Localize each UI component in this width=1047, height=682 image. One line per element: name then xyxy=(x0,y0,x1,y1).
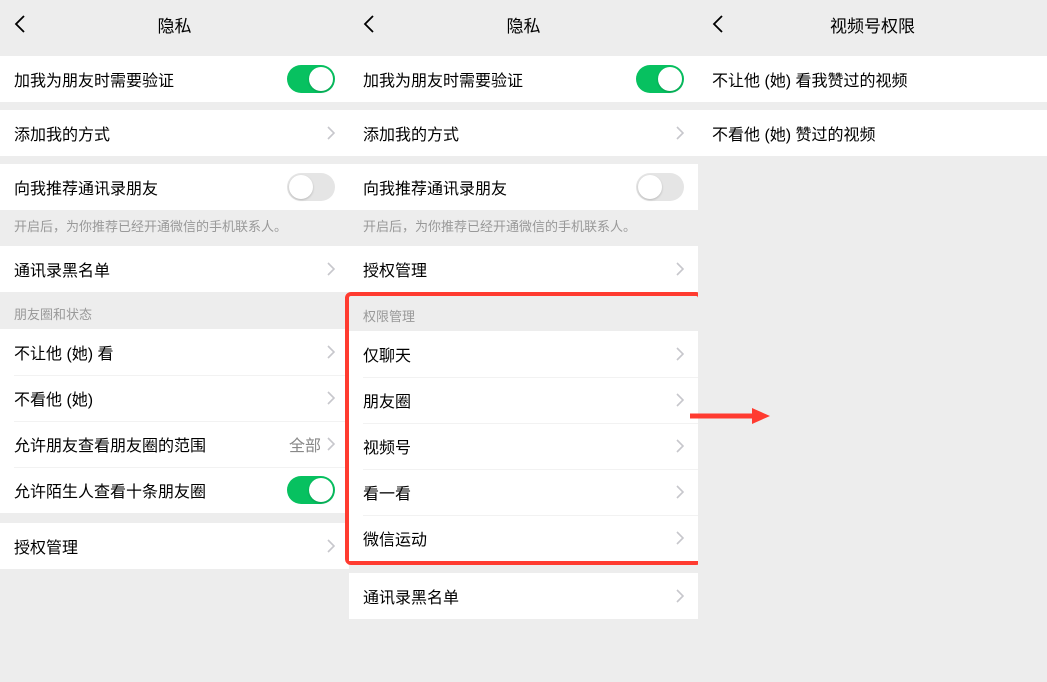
panel-privacy-1: 隐私 加我为朋友时需要验证 添加我的方式 向我推荐通讯录朋友 开启后，为你推荐已… xyxy=(0,0,349,682)
cell-auth-manage[interactable]: 授权管理 xyxy=(0,523,349,569)
cell-channel[interactable]: 视频号 xyxy=(349,423,698,469)
highlight-box: 权限管理 仅聊天 朋友圈 视频号 看一看 微信运动 xyxy=(345,292,702,565)
cell-label: 通讯录黑名单 xyxy=(14,257,110,281)
chevron-left-icon xyxy=(363,14,375,34)
cell-label: 朋友圈 xyxy=(363,388,411,412)
chevron-right-icon xyxy=(676,262,684,276)
cell-werun[interactable]: 微信运动 xyxy=(349,515,698,561)
cell-label: 添加我的方式 xyxy=(363,121,459,145)
section-header-moments: 朋友圈和状态 xyxy=(0,292,349,329)
cell-label: 添加我的方式 xyxy=(14,121,110,145)
section-header-perms: 权限管理 xyxy=(349,296,698,331)
cell-label: 通讯录黑名单 xyxy=(363,584,459,608)
cell-recommend[interactable]: 向我推荐通讯录朋友 xyxy=(349,164,698,210)
toggle-verify[interactable] xyxy=(636,65,684,93)
back-button[interactable] xyxy=(698,0,738,48)
cell-auth-manage[interactable]: 授权管理 xyxy=(349,246,698,292)
chevron-right-icon xyxy=(676,531,684,545)
cell-blacklist[interactable]: 通讯录黑名单 xyxy=(0,246,349,292)
header: 隐私 xyxy=(0,0,349,48)
cell-label: 允许朋友查看朋友圈的范围 xyxy=(14,432,206,456)
back-button[interactable] xyxy=(0,0,40,48)
chevron-right-icon xyxy=(327,345,335,359)
chevron-right-icon xyxy=(676,589,684,603)
page-title: 隐私 xyxy=(507,12,541,37)
cell-label: 微信运动 xyxy=(363,526,427,550)
chevron-right-icon xyxy=(327,262,335,276)
cell-value: 全部 xyxy=(289,432,321,456)
cell-verify[interactable]: 加我为朋友时需要验证 xyxy=(0,56,349,102)
chevron-right-icon xyxy=(676,485,684,499)
cell-label: 授权管理 xyxy=(363,257,427,281)
chevron-right-icon xyxy=(676,393,684,407)
cell-label: 允许陌生人查看十条朋友圈 xyxy=(14,478,206,502)
cell-dont-see[interactable]: 不看他 (她) xyxy=(0,375,349,421)
cell-chat-only[interactable]: 仅聊天 xyxy=(349,331,698,377)
footer-recommend: 开启后，为你推荐已经开通微信的手机联系人。 xyxy=(349,210,698,240)
cell-moments-range[interactable]: 允许朋友查看朋友圈的范围 全部 xyxy=(0,421,349,467)
header: 隐私 xyxy=(349,0,698,48)
cell-label: 视频号 xyxy=(363,434,411,458)
chevron-right-icon xyxy=(327,391,335,405)
chevron-right-icon xyxy=(327,126,335,140)
cell-moments[interactable]: 朋友圈 xyxy=(349,377,698,423)
cell-add-method[interactable]: 添加我的方式 xyxy=(0,110,349,156)
cell-blacklist[interactable]: 通讯录黑名单 xyxy=(349,573,698,619)
cell-label: 授权管理 xyxy=(14,534,78,558)
chevron-right-icon xyxy=(676,439,684,453)
cell-recommend[interactable]: 向我推荐通讯录朋友 xyxy=(0,164,349,210)
cell-top-stories[interactable]: 看一看 xyxy=(349,469,698,515)
page-title: 视频号权限 xyxy=(830,12,915,37)
cell-label: 不让他 (她) 看我赞过的视频 xyxy=(712,67,908,91)
cell-verify[interactable]: 加我为朋友时需要验证 xyxy=(349,56,698,102)
chevron-right-icon xyxy=(676,126,684,140)
page-title: 隐私 xyxy=(158,12,192,37)
cell-label: 不看他 (她) xyxy=(14,386,93,410)
cell-label: 向我推荐通讯录朋友 xyxy=(363,175,507,199)
back-button[interactable] xyxy=(349,0,389,48)
cell-label: 仅聊天 xyxy=(363,342,411,366)
chevron-right-icon xyxy=(327,539,335,553)
toggle-recommend[interactable] xyxy=(287,173,335,201)
toggle-recommend[interactable] xyxy=(636,173,684,201)
cell-add-method[interactable]: 添加我的方式 xyxy=(349,110,698,156)
cell-hide-from[interactable]: 不让他 (她) 看 xyxy=(0,329,349,375)
toggle-stranger-ten[interactable] xyxy=(287,476,335,504)
arrow-icon xyxy=(690,406,770,426)
toggle-verify[interactable] xyxy=(287,65,335,93)
cell-hide-my-likes[interactable]: 不让他 (她) 看我赞过的视频 xyxy=(698,56,1047,102)
cell-label: 不让他 (她) 看 xyxy=(14,340,114,364)
chevron-left-icon xyxy=(712,14,724,34)
cell-label: 不看他 (她) 赞过的视频 xyxy=(712,121,876,145)
chevron-right-icon xyxy=(327,437,335,451)
cell-stranger-ten[interactable]: 允许陌生人查看十条朋友圈 xyxy=(0,467,349,513)
cell-label: 向我推荐通讯录朋友 xyxy=(14,175,158,199)
panel-privacy-2: 隐私 加我为朋友时需要验证 添加我的方式 向我推荐通讯录朋友 开启后，为你推荐已… xyxy=(349,0,698,682)
footer-recommend: 开启后，为你推荐已经开通微信的手机联系人。 xyxy=(0,210,349,240)
panel-channel-perm: 视频号权限 不让他 (她) 看我赞过的视频 不看他 (她) 赞过的视频 xyxy=(698,0,1047,682)
header: 视频号权限 xyxy=(698,0,1047,48)
cell-label: 加我为朋友时需要验证 xyxy=(14,67,174,91)
chevron-right-icon xyxy=(676,347,684,361)
chevron-left-icon xyxy=(14,14,26,34)
cell-label: 加我为朋友时需要验证 xyxy=(363,67,523,91)
cell-dont-see-likes[interactable]: 不看他 (她) 赞过的视频 xyxy=(698,110,1047,156)
cell-label: 看一看 xyxy=(363,480,411,504)
